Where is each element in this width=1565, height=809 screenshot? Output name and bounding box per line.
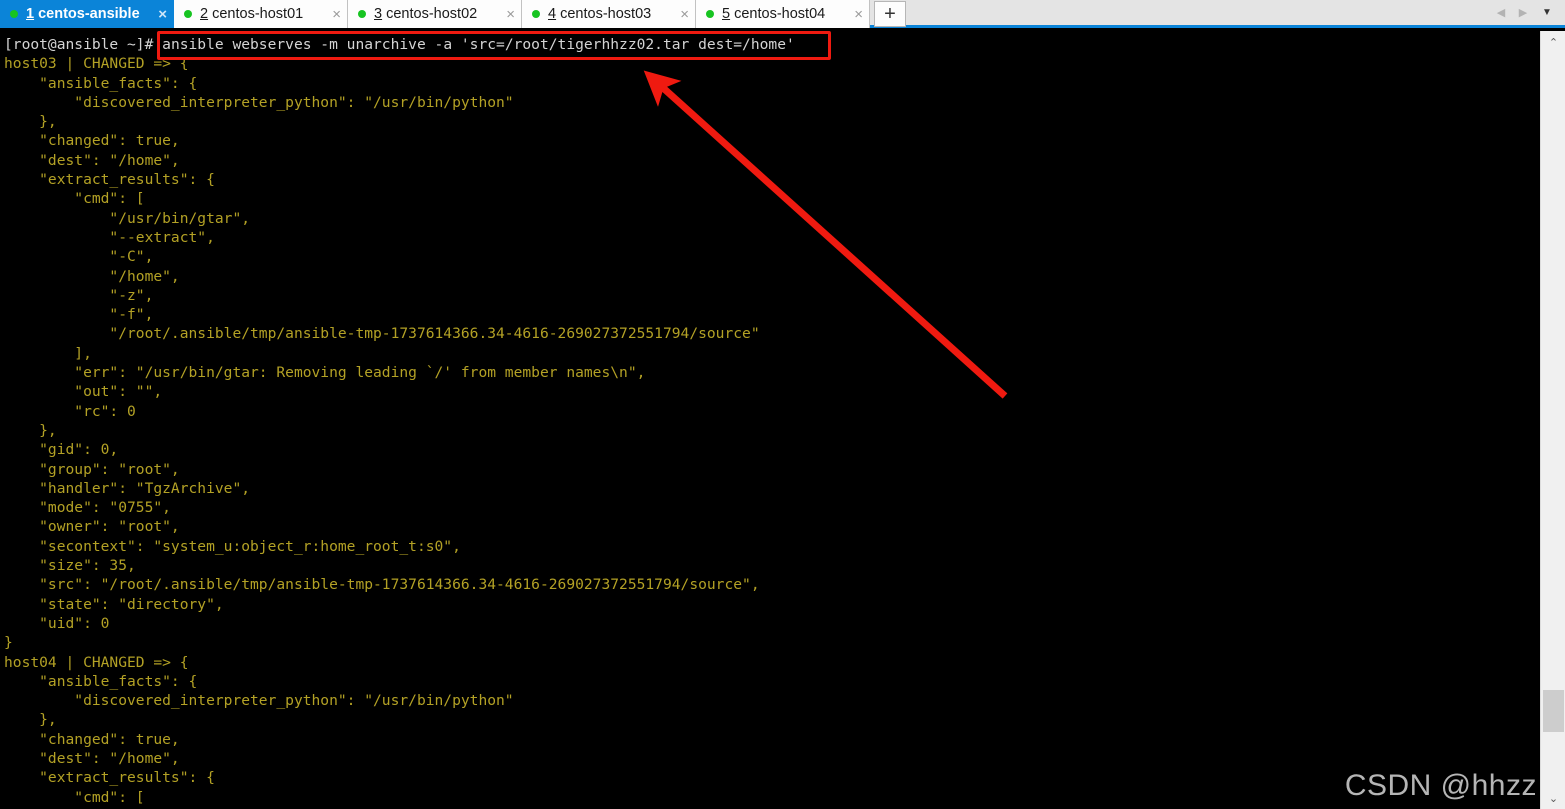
terminal-output-line: "src": "/root/.ansible/tmp/ansible-tmp-1… [4,576,760,594]
terminal-output-line: "dest": "/home", [4,151,180,169]
terminal-output-line: }, [4,711,57,729]
tab-bar-spacer [906,0,1491,25]
tab-scroll-left-icon[interactable]: ◀ [1491,0,1511,26]
tab-status-dot-icon [706,10,714,18]
tab-label: 2 centos-host01 [200,6,304,22]
terminal-output-line: "cmd": [ [4,788,145,806]
terminal-output-line: "gid": 0, [4,441,119,459]
terminal-output-line: "dest": "/home", [4,749,180,767]
terminal-output-pane[interactable]: [root@ansible ~]# ansible webserves -m u… [0,31,1540,809]
tab-index: 2 [200,6,209,22]
tab-close-icon[interactable]: × [506,7,515,22]
vertical-scrollbar[interactable]: ⌃ ⌄ [1540,31,1565,809]
terminal-output-line: "rc": 0 [4,402,136,420]
tab-index: 3 [374,6,383,22]
terminal-output-line: host04 | CHANGED => { [4,653,189,671]
terminal-output-line: "/usr/bin/gtar", [4,209,251,227]
tab-nav-controls: ◀ ▶ ▼ [1491,0,1565,25]
terminal-output-line: "extract_results": { [4,171,215,189]
terminal-output-line: "-f", [4,306,154,324]
tab-centos-ansible[interactable]: 1 centos-ansible × [0,0,174,28]
terminal-output-line: "secontext": "system_u:object_r:home_roo… [4,537,461,555]
tab-list-chevron-down-icon[interactable]: ▼ [1535,0,1559,26]
terminal-output-line: "--extract", [4,228,215,246]
scroll-up-icon[interactable]: ⌃ [1541,31,1565,53]
terminal-output-line: "group": "root", [4,460,180,478]
shell-prompt: [root@ansible ~]# [4,36,163,53]
tab-close-icon[interactable]: × [854,7,863,22]
tab-centos-host01[interactable]: 2 centos-host01 × [174,0,348,28]
terminal-output-line: "size": 35, [4,557,136,575]
tab-bar: 1 centos-ansible × 2 centos-host01 × 3 cento… [0,0,1565,28]
terminal-output-line: "cmd": [ [4,190,145,208]
tab-centos-host02[interactable]: 3 centos-host02 × [348,0,522,28]
terminal-output-line: "discovered_interpreter_python": "/usr/b… [4,93,514,111]
terminal-output-line: "handler": "TgzArchive", [4,479,251,497]
tab-centos-host03[interactable]: 4 centos-host03 × [522,0,696,28]
csdn-watermark: CSDN @hhzz [1344,769,1537,802]
terminal-output-line: } [4,634,13,652]
terminal-output-line: "err": "/usr/bin/gtar: Removing leading … [4,364,646,382]
terminal-output-line: "-z", [4,286,154,304]
terminal-command-line: [root@ansible ~]# ansible webserves -m u… [4,35,1540,54]
terminal-output-lines: host03 | CHANGED => { "ansible_facts": {… [4,54,1540,807]
terminal-output-line: "changed": true, [4,730,180,748]
new-tab-button[interactable]: + [874,1,906,27]
terminal-output-line: "/root/.ansible/tmp/ansible-tmp-17376143… [4,325,760,343]
scroll-down-icon[interactable]: ⌄ [1541,787,1565,809]
terminal-output-line: "discovered_interpreter_python": "/usr/b… [4,692,514,710]
terminal-output-line: "ansible_facts": { [4,672,198,690]
tab-label: 5 centos-host04 [722,6,826,22]
terminal-output-line: "owner": "root", [4,518,180,536]
terminal-output-line: }, [4,421,57,439]
terminal-output-line: host03 | CHANGED => { [4,55,189,73]
tab-status-dot-icon [10,10,18,18]
tab-scroll-right-icon[interactable]: ▶ [1513,0,1533,26]
tab-status-dot-icon [358,10,366,18]
tab-index: 4 [548,6,557,22]
tab-label: 4 centos-host03 [548,6,652,22]
terminal-output-line: "/home", [4,267,180,285]
terminal-output-line: "ansible_facts": { [4,74,198,92]
tab-status-dot-icon [184,10,192,18]
terminal-text: [root@ansible ~]# ansible webserves -m u… [0,31,1540,807]
terminal-output-line: "extract_results": { [4,769,215,787]
terminal-output-line: "state": "directory", [4,595,224,613]
terminal-output-line: "changed": true, [4,132,180,150]
tab-label: 3 centos-host02 [374,6,478,22]
tab-close-icon[interactable]: × [158,7,167,22]
tab-list: 1 centos-ansible × 2 centos-host01 × 3 cento… [0,0,870,28]
terminal-app-window: 1 centos-ansible × 2 centos-host01 × 3 cento… [0,0,1565,809]
tab-index: 5 [722,6,731,22]
terminal-output-line: }, [4,113,57,131]
terminal-output-line: "out": "", [4,383,163,401]
tab-centos-host04[interactable]: 5 centos-host04 × [696,0,870,28]
shell-command: ansible webserves -m unarchive -a 'src=/… [162,36,795,53]
terminal-output-line: "uid": 0 [4,614,110,632]
tab-index: 1 [26,6,35,22]
terminal-output-line: ], [4,344,92,362]
tab-close-icon[interactable]: × [332,7,341,22]
terminal-output-line: "-C", [4,248,154,266]
tab-close-icon[interactable]: × [680,7,689,22]
scrollbar-thumb[interactable] [1543,690,1564,732]
tab-status-dot-icon [532,10,540,18]
terminal-output-line: "mode": "0755", [4,499,171,517]
tab-label: 1 centos-ansible [26,6,140,22]
